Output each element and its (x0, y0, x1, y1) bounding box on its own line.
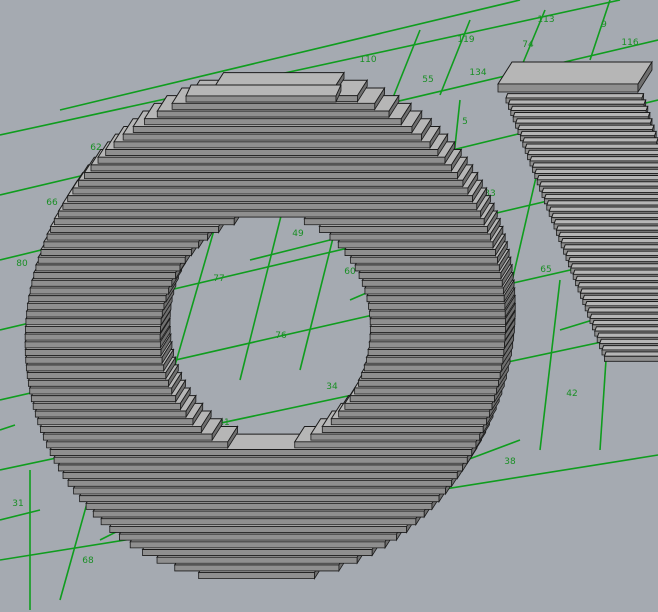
grid-cell-label: 65 (540, 265, 551, 275)
slab[interactable] (603, 351, 658, 362)
letter-right-slab-stack[interactable] (497, 60, 658, 362)
grid-cell-label: 66 (46, 198, 58, 208)
grid-cell-label: 60 (344, 267, 356, 277)
slab[interactable] (185, 84, 342, 103)
grid-cell-label: 110 (359, 55, 376, 65)
grid-cell-label: 74 (522, 40, 534, 50)
grid-cell-label: 55 (422, 75, 433, 85)
grid-cell-label: 68 (82, 556, 94, 566)
grid-cell-label: 49 (292, 229, 304, 239)
grid-cell-label: 134 (469, 68, 486, 78)
grid-cell-label: 5 (462, 117, 468, 127)
grid-cell-label: 38 (504, 457, 516, 467)
slab[interactable] (497, 60, 653, 94)
scene-canvas[interactable]: 6831213438427677604980656662555134119110… (0, 0, 658, 612)
3d-viewport[interactable]: 68 31 21 34 38 42 76 77 60 49 80 65 66 62 5 55 134 119 110… (0, 0, 658, 612)
grid-cell-label: 34 (326, 382, 338, 392)
grid-cell-label: 113 (537, 15, 554, 25)
grid-cell-label: 76 (275, 331, 287, 341)
grid-cell-label: 31 (12, 499, 23, 509)
grid-cell-label: 9 (601, 20, 607, 30)
grid-cell-label: 116 (621, 38, 638, 48)
grid-cell-label: 77 (213, 274, 224, 284)
grid-cell-label: 42 (566, 389, 577, 399)
grid-cell-label: 80 (16, 259, 28, 269)
grid-cell-label: 119 (457, 35, 474, 45)
